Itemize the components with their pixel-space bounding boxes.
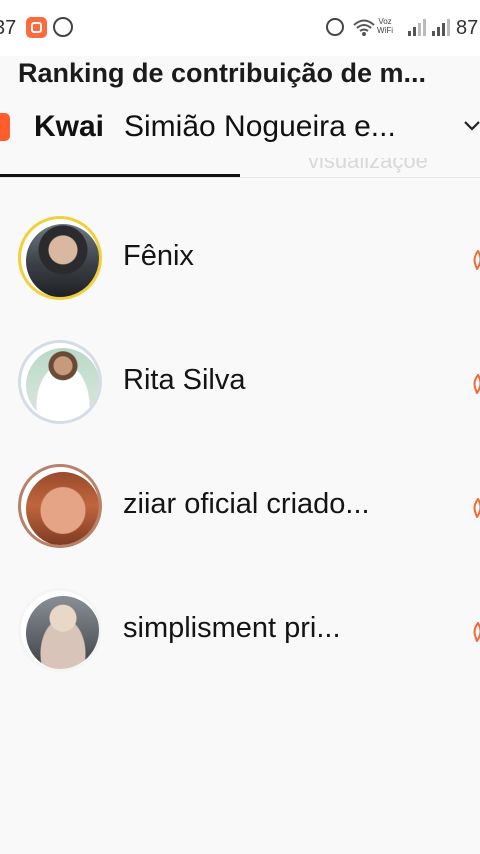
flame-icon [473,374,480,394]
list-item[interactable]: Rita Silva [0,326,480,436]
kwai-notification-icon [26,17,47,38]
status-time: 37 [0,17,17,39]
avatar-cat-dress[interactable] [18,588,102,672]
signal-icon [408,18,428,36]
alarm-icon [326,18,344,36]
list-item-name: Rita Silva [123,364,246,396]
kwai-logo-icon [0,113,10,141]
divider [0,177,480,178]
avatar-woman-smiling[interactable] [18,464,102,548]
list-item-name: simplisment pri... [123,612,341,644]
status-bar: 37 Voz WiFi 87 [0,0,480,56]
creator-name: Simião Nogueira e... [124,110,396,143]
page-title: Ranking de contribuição de m... [18,58,427,88]
flame-icon [473,622,480,642]
wifi-icon [353,19,375,36]
whatsapp-notification-icon [53,17,73,37]
creator-selector[interactable]: Kwai Simião Nogueira e... [0,106,480,148]
avatar-woman-dark-hair[interactable] [18,216,102,300]
chevron-down-icon[interactable] [462,116,480,136]
sort-hint: visualizaçõe [308,158,428,173]
list-item-name: ziiar oficial criado... [123,488,370,520]
platform-label: Kwai [34,110,105,143]
list-item[interactable]: ziiar oficial criado... [0,450,480,560]
list-item[interactable]: Fênix [0,202,480,312]
flame-icon [473,250,480,270]
battery-level: 87 [456,17,479,39]
signal-icon-2 [432,18,452,36]
list-item[interactable]: simplisment pri... [0,574,480,684]
voz-wifi-label: Voz WiFi [377,17,393,35]
avatar-woman-white-dress[interactable] [18,340,102,424]
list-item-name: Fênix [123,240,194,272]
flame-icon [473,498,480,518]
